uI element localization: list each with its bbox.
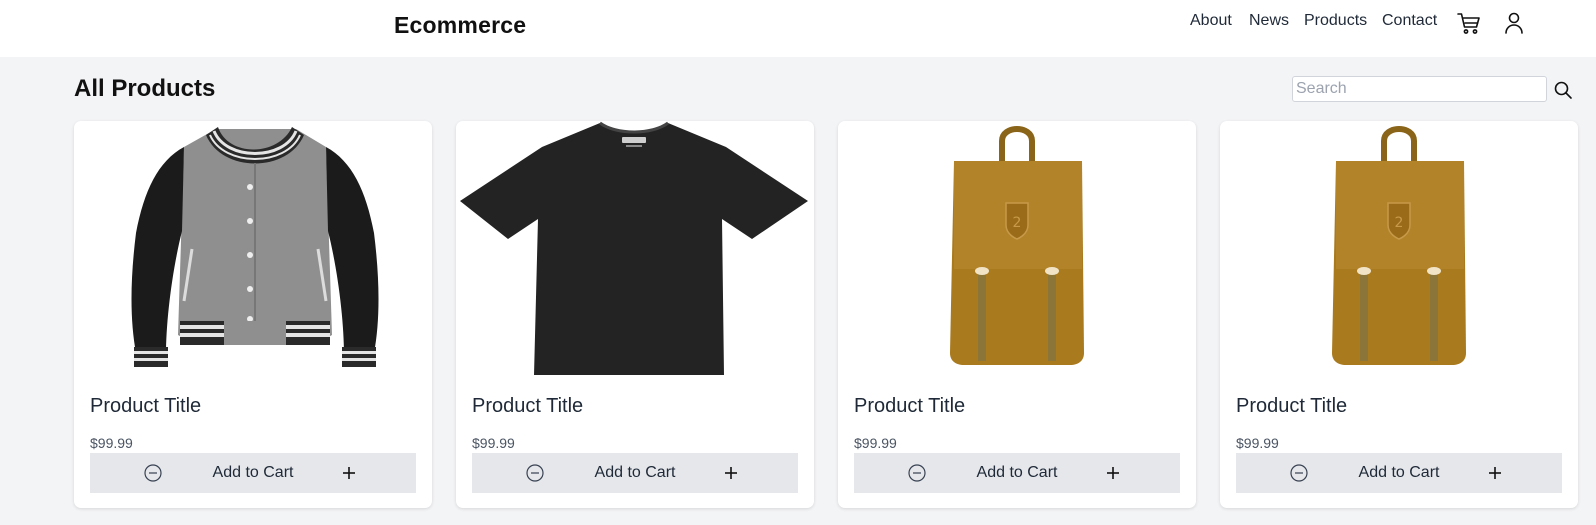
brand-logo[interactable]: Ecommerce (394, 12, 526, 39)
product-title[interactable]: Product Title (1236, 395, 1347, 418)
page-title: All Products (74, 75, 216, 102)
product-title[interactable]: Product Title (854, 395, 965, 418)
product-image-mustard-backpack[interactable]: 2 (1220, 121, 1578, 383)
cart-icon[interactable] (1456, 10, 1482, 36)
nav-link-products[interactable]: Products (1304, 12, 1367, 30)
minus-circle-icon[interactable] (144, 464, 162, 482)
nav-link-news[interactable]: News (1249, 12, 1289, 30)
user-icon[interactable] (1503, 11, 1525, 35)
plus-icon[interactable] (1486, 464, 1504, 482)
product-card[interactable]: 2 Product Title $99.99 Add to Cart (1220, 121, 1578, 508)
nav-link-about[interactable]: About (1190, 12, 1232, 30)
product-title[interactable]: Product Title (472, 395, 583, 418)
plus-icon[interactable] (1104, 464, 1122, 482)
add-to-cart-bar: Add to Cart (1236, 453, 1562, 493)
product-title[interactable]: Product Title (90, 395, 201, 418)
product-image-black-tshirt[interactable] (456, 121, 814, 383)
nav-link-contact[interactable]: Contact (1382, 12, 1437, 30)
plus-icon[interactable] (722, 464, 740, 482)
svg-text:2: 2 (1395, 215, 1404, 231)
svg-text:2: 2 (1013, 215, 1022, 231)
minus-circle-icon[interactable] (1290, 464, 1308, 482)
product-price: $99.99 (854, 435, 897, 451)
add-to-cart-bar: Add to Cart (472, 453, 798, 493)
product-card[interactable]: 2 Product Title $99.99 Add to Cart (838, 121, 1196, 508)
search-icon[interactable] (1553, 80, 1573, 100)
add-to-cart-button[interactable]: Add to Cart (90, 464, 416, 482)
minus-circle-icon[interactable] (526, 464, 544, 482)
product-image-varsity-jacket[interactable] (74, 121, 432, 383)
add-to-cart-button[interactable]: Add to Cart (854, 464, 1180, 482)
add-to-cart-button[interactable]: Add to Cart (472, 464, 798, 482)
search-input[interactable] (1292, 76, 1547, 102)
add-to-cart-bar: Add to Cart (854, 453, 1180, 493)
product-card[interactable]: Product Title $99.99 Add to Cart (456, 121, 814, 508)
top-navbar: Ecommerce About News Products Contact (0, 0, 1596, 57)
add-to-cart-bar: Add to Cart (90, 453, 416, 493)
product-price: $99.99 (472, 435, 515, 451)
product-card[interactable]: Product Title $99.99 Add to Cart (74, 121, 432, 508)
product-image-mustard-backpack[interactable]: 2 (838, 121, 1196, 383)
minus-circle-icon[interactable] (908, 464, 926, 482)
product-price: $99.99 (1236, 435, 1279, 451)
add-to-cart-button[interactable]: Add to Cart (1236, 464, 1562, 482)
plus-icon[interactable] (340, 464, 358, 482)
product-price: $99.99 (90, 435, 133, 451)
